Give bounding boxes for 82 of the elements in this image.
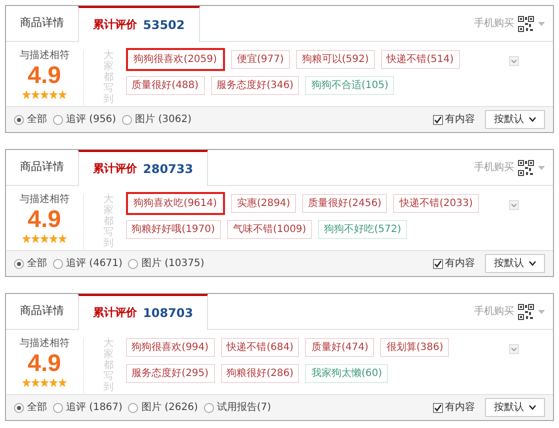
star-icon: [30, 234, 40, 243]
filter-radio[interactable]: 图片 (2626): [128, 400, 198, 415]
check-icon: [434, 404, 442, 412]
tab[interactable]: 累计评价 53502: [78, 6, 200, 42]
review-tag[interactable]: 服务态度好(346): [210, 76, 300, 95]
star-icon: [48, 234, 58, 243]
review-tag[interactable]: 狗狗喜欢吃(9614): [126, 192, 225, 215]
tab[interactable]: 商品详情: [6, 150, 78, 185]
review-tag[interactable]: 狗粮好好哦(1970): [126, 220, 221, 239]
has-content-checkbox[interactable]: 有内容: [433, 400, 475, 415]
review-tag[interactable]: 快递不错(684): [220, 338, 300, 357]
review-tag[interactable]: 狗粮可以(592): [296, 50, 375, 69]
review-tag[interactable]: 质量很好(2456): [302, 194, 388, 213]
review-tag[interactable]: 狗粮很好(286): [220, 364, 300, 383]
sort-dropdown[interactable]: 按默认: [485, 398, 545, 417]
chevron-down-icon: [509, 344, 519, 354]
review-tag[interactable]: 质量很好(488): [126, 76, 205, 95]
rating-score: 4.9: [28, 206, 62, 234]
score-label: 与描述相符: [19, 50, 70, 62]
rating-score: 4.9: [28, 350, 62, 378]
star-icon: [22, 378, 31, 387]
star-icon: [22, 234, 31, 243]
chevron-down-icon: [529, 405, 536, 410]
score-label: 与描述相符: [19, 194, 70, 206]
star-icon: [58, 90, 67, 99]
rating-score: 4.9: [28, 62, 62, 90]
qr-code-icon: [518, 160, 534, 176]
review-tag[interactable]: 很划算(386): [380, 338, 450, 357]
sort-dropdown[interactable]: 按默认: [485, 110, 545, 129]
review-tag[interactable]: 实惠(2894): [230, 194, 296, 213]
has-content-checkbox[interactable]: 有内容: [433, 256, 475, 271]
qr-code-icon: [518, 16, 534, 32]
caret-icon: [538, 166, 545, 170]
filter-radio[interactable]: 试用报告(7): [204, 400, 272, 415]
tab[interactable]: 累计评价 280733: [78, 150, 208, 186]
review-count: 280733: [143, 161, 194, 178]
filter-radio[interactable]: 追评 (4671): [53, 256, 122, 271]
star-icon: [40, 90, 49, 99]
star-icon: [48, 90, 58, 99]
star-icon: [22, 90, 31, 99]
qr-code-icon: [518, 304, 534, 320]
review-tag[interactable]: 狗狗很喜欢(2059): [126, 48, 225, 71]
filter-radio[interactable]: 全部: [14, 256, 47, 271]
filter-radio[interactable]: 图片 (3062): [122, 112, 192, 127]
tab[interactable]: 商品详情: [6, 294, 78, 329]
star-icon: [58, 378, 67, 387]
tab[interactable]: 累计评价 108703: [78, 294, 208, 330]
sort-dropdown[interactable]: 按默认: [485, 254, 545, 273]
review-tag[interactable]: 便宜(977): [230, 50, 290, 69]
has-content-checkbox[interactable]: 有内容: [433, 112, 475, 127]
star-icon: [40, 378, 49, 387]
review-tag[interactable]: 气味不错(1009): [226, 220, 312, 239]
check-icon: [434, 260, 442, 268]
filter-radio[interactable]: 全部: [14, 112, 47, 127]
review-tag[interactable]: 质量好(474): [305, 338, 374, 357]
review-tag[interactable]: 快递不错(514): [380, 50, 460, 69]
star-icon: [30, 378, 40, 387]
tab[interactable]: 商品详情: [6, 6, 78, 41]
star-icon: [40, 234, 49, 243]
filter-radio[interactable]: 追评 (1867): [53, 400, 122, 415]
chevron-down-icon: [509, 56, 519, 66]
caret-icon: [538, 310, 545, 314]
review-tag[interactable]: 我家狗太懒(60): [305, 364, 388, 383]
filter-radio[interactable]: 追评 (956): [53, 112, 116, 127]
caret-icon: [538, 22, 545, 26]
review-tag[interactable]: 狗狗不好吃(572): [318, 220, 408, 239]
check-icon: [434, 116, 442, 124]
review-tag[interactable]: 狗狗很喜欢(994): [126, 338, 215, 357]
filter-radio[interactable]: 图片 (10375): [128, 256, 204, 271]
chevron-down-icon: [529, 117, 536, 122]
review-tag[interactable]: 狗狗不合适(105): [305, 76, 394, 95]
star-icon: [48, 378, 58, 387]
score-label: 与描述相符: [19, 338, 70, 350]
filter-radio[interactable]: 全部: [14, 400, 47, 415]
star-icon: [58, 234, 67, 243]
star-icon: [30, 90, 40, 99]
review-tag[interactable]: 服务态度好(295): [126, 364, 215, 383]
chevron-down-icon: [529, 261, 536, 266]
review-count: 53502: [143, 17, 185, 34]
chevron-down-icon: [509, 200, 519, 210]
review-tag[interactable]: 快递不错(2033): [393, 194, 479, 213]
review-count: 108703: [143, 305, 194, 322]
